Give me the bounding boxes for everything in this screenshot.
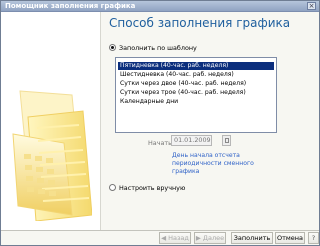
calendar-illustration-icon	[12, 90, 92, 221]
help-icon: ?	[311, 234, 316, 242]
template-list-item[interactable]: Календарные дни	[118, 98, 274, 106]
footer-divider	[1, 230, 319, 231]
start-date-field[interactable]: 01.01.2009	[171, 135, 212, 146]
start-date-hint: День начала отсчета периодичности сменно…	[172, 152, 254, 175]
cancel-button-label: Отмена	[276, 234, 304, 242]
next-button-label: Далее	[202, 234, 225, 242]
window-title: Помощник заполнения графика	[5, 2, 136, 10]
template-list[interactable]: Пятидневка (40-час. раб. неделя) Шестидн…	[115, 57, 277, 133]
calendar-icon[interactable]	[222, 135, 231, 146]
template-list-item[interactable]: Сутки через двое (40-час. раб. неделя)	[118, 80, 274, 88]
template-list-item[interactable]: Пятидневка (40-час. раб. неделя)	[118, 62, 274, 70]
title-bar: Помощник заполнения графика ×	[1, 1, 319, 12]
back-button-label: Назад	[168, 234, 189, 242]
template-list-item[interactable]: Сутки через трое (40-час. раб. неделя)	[118, 89, 274, 97]
fill-button[interactable]: Заполнить	[231, 232, 273, 244]
back-arrow-icon: ◀	[161, 234, 167, 242]
template-radio[interactable]	[109, 44, 116, 51]
next-arrow-icon: ▶	[195, 234, 201, 242]
close-icon[interactable]: ×	[307, 2, 316, 10]
back-button[interactable]: ◀ Назад	[159, 232, 191, 244]
help-button[interactable]: ?	[308, 232, 319, 244]
manual-radio[interactable]	[109, 184, 116, 191]
page-title: Способ заполнения графика	[109, 16, 291, 30]
template-list-item[interactable]: Шестидневка (40-час. раб. неделя)	[118, 71, 274, 79]
illustration-panel	[1, 12, 101, 230]
cancel-button[interactable]: Отмена	[275, 232, 305, 244]
next-button[interactable]: ▶ Далее	[194, 232, 226, 244]
dialog-window: Помощник заполнения графика × Способ зап…	[0, 0, 320, 246]
template-radio-label: Заполнить по шаблону	[119, 44, 197, 52]
fill-button-label: Заполнить	[233, 234, 271, 242]
manual-radio-label: Настроить вручную	[119, 184, 186, 192]
